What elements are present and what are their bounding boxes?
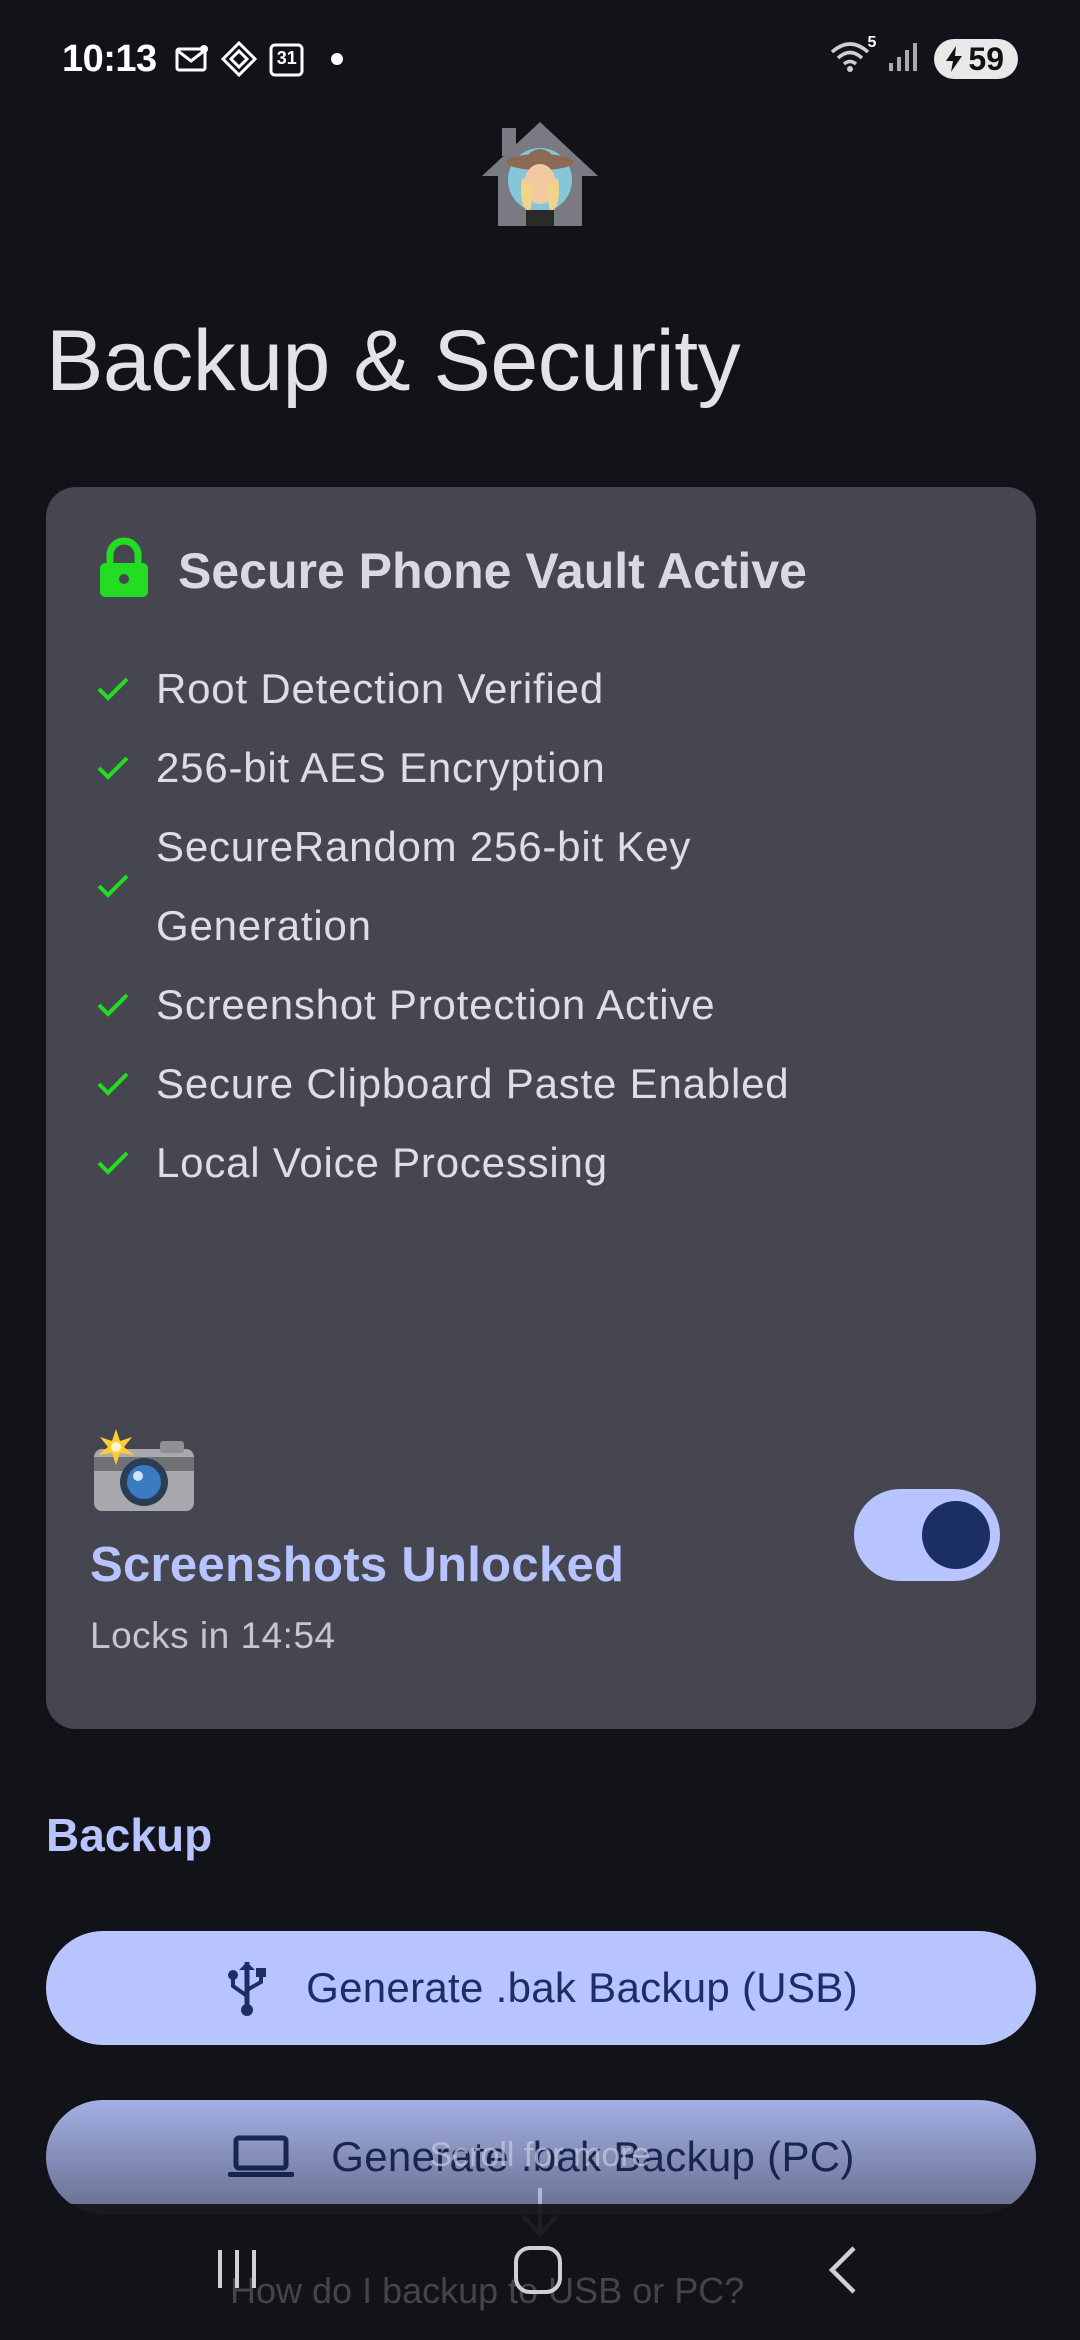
security-feature-list: Root Detection Verified 256-bit AES Encr… — [96, 649, 996, 1202]
page-title: Backup & Security — [46, 313, 741, 409]
screenshot-control: Screenshots Unlocked Locks in 14:54 — [90, 1427, 1000, 1657]
check-icon — [96, 1150, 130, 1176]
check-icon — [96, 676, 130, 702]
generate-usb-backup-button[interactable]: Generate .bak Backup (USB) — [46, 1931, 1036, 2045]
vault-title: Secure Phone Vault Active — [178, 542, 807, 599]
wifi-icon: 5 — [828, 34, 876, 79]
status-bar: 10:13 31 5 59 — [0, 0, 1080, 118]
scroll-hint: Scroll for more — [429, 2136, 651, 2174]
diamond-app-icon — [220, 41, 257, 77]
charging-bolt-icon — [946, 46, 963, 72]
battery-indicator: 59 — [934, 39, 1018, 79]
check-icon — [96, 873, 130, 899]
vault-status-card: Secure Phone Vault Active Root Detection… — [46, 487, 1036, 1729]
mail-icon — [175, 44, 209, 74]
backup-section-label: Backup — [46, 1809, 213, 1861]
vault-header: Secure Phone Vault Active — [98, 537, 807, 604]
usb-icon — [224, 1960, 270, 2016]
feature-label: Secure Clipboard Paste Enabled — [156, 1060, 790, 1107]
toggle-knob — [922, 1501, 990, 1569]
recent-apps-icon[interactable] — [214, 2244, 260, 2299]
check-icon — [96, 1071, 130, 1097]
lock-icon — [98, 537, 150, 604]
feature-label: Local Voice Processing — [156, 1139, 608, 1186]
feature-item: 256-bit AES Encryption — [96, 728, 996, 807]
home-icon[interactable] — [512, 2244, 564, 2301]
status-time: 10:13 — [62, 37, 157, 80]
battery-level: 59 — [968, 40, 1004, 77]
more-notifications-dot — [330, 53, 343, 65]
camera-flash-icon — [90, 1427, 200, 1517]
backup-security-screen: 10:13 31 5 59 Backup & Security Secure P… — [0, 0, 1080, 2340]
feature-item: Root Detection Verified — [96, 649, 996, 728]
feature-label: Root Detection Verified — [156, 665, 604, 712]
screenshot-toggle[interactable] — [854, 1489, 1000, 1581]
usb-button-label: Generate .bak Backup (USB) — [306, 1964, 858, 2011]
app-logo — [478, 118, 602, 230]
feature-label: SecureRandom 256-bit Key Generation — [156, 823, 692, 949]
calendar-day: 31 — [276, 48, 297, 68]
feature-item: SecureRandom 256-bit Key Generation — [96, 807, 996, 965]
feature-item: Screenshot Protection Active — [96, 965, 996, 1044]
feature-item: Secure Clipboard Paste Enabled — [96, 1044, 996, 1123]
feature-label: Screenshot Protection Active — [156, 981, 716, 1028]
check-icon — [96, 992, 130, 1018]
wifi-badge: 5 — [867, 33, 877, 51]
system-icons: 5 59 — [828, 34, 1018, 79]
feature-item: Local Voice Processing — [96, 1123, 996, 1202]
faq-peek: How do I backup to USB or PC? — [230, 2270, 745, 2311]
feature-label: 256-bit AES Encryption — [156, 744, 606, 791]
notification-icons: 31 — [175, 41, 343, 77]
back-icon[interactable] — [824, 2244, 860, 2301]
signal-icon — [888, 41, 918, 78]
lock-countdown: Locks in 14:54 — [90, 1615, 336, 1656]
check-icon — [96, 755, 130, 781]
calendar-icon: 31 — [269, 41, 305, 77]
